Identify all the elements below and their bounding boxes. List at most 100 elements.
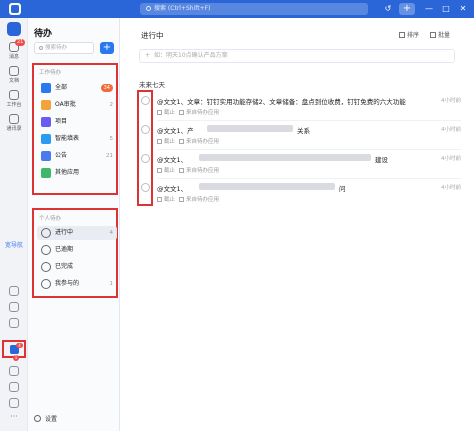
task-source: 来自待办应用 — [186, 168, 220, 174]
home-icon[interactable] — [9, 302, 19, 312]
phone-icon[interactable] — [9, 286, 19, 296]
task-checkbox[interactable] — [141, 183, 150, 192]
todo-search-input[interactable]: 搜索待办 — [34, 42, 94, 54]
task-title: @文文1、 — [157, 156, 188, 164]
batch-label: 批量 — [438, 32, 451, 39]
menu-item-label: 智能填表 — [55, 135, 80, 142]
maximize-button[interactable]: □ — [441, 3, 451, 15]
task-item[interactable]: @文文1、 建设 截止 来自待办应用 4小时前 — [141, 151, 461, 179]
count-text: 5 — [109, 136, 114, 142]
divider — [157, 149, 461, 150]
task-meta: 截止 来自待办应用 — [157, 166, 219, 174]
menu-item-overdue[interactable]: 已逾期 — [37, 243, 117, 257]
batch-button[interactable]: 批量 — [430, 30, 450, 39]
close-button[interactable]: ✕ — [458, 3, 468, 15]
task-item[interactable]: @文文1、 问 截止 来自待办应用 4小时前 — [141, 180, 461, 208]
menu-item-smart-form[interactable]: 智能填表 5 — [37, 132, 117, 146]
task-source: 来自待办应用 — [186, 197, 220, 203]
redacted-text — [199, 154, 371, 161]
count-text: 21 — [106, 153, 113, 159]
document-icon[interactable] — [9, 398, 19, 408]
rail-item-docs[interactable]: 文档 — [0, 66, 28, 84]
announcement-icon — [41, 151, 51, 161]
menu-item-label: 进行中 — [55, 229, 74, 236]
add-todo-button[interactable]: + — [100, 42, 114, 54]
main-title: 进行中 — [141, 31, 164, 40]
calendar-icon[interactable] — [9, 318, 19, 328]
task-item[interactable]: @文文1、产 关系 截止 来自待办应用 4小时前 — [141, 122, 461, 150]
task-checkbox[interactable] — [141, 96, 150, 105]
title-bar: 搜索 (Ctrl+Shift+F) ↺ + — □ ✕ — [0, 0, 474, 18]
calendar-icon — [157, 197, 162, 202]
rail-item-label: 工作台 — [6, 102, 22, 108]
project-icon — [41, 117, 51, 127]
user-icon — [41, 245, 51, 255]
calendar-icon — [157, 139, 162, 144]
menu-item-oa-approval[interactable]: OA审批 2 — [37, 98, 117, 112]
messages-badge: 21 — [15, 39, 26, 46]
menu-item-completed[interactable]: 已完成 — [37, 260, 117, 274]
calendar-icon — [157, 110, 162, 115]
rail-item-contacts[interactable]: 通讯录 — [0, 114, 28, 132]
titlebar-add-button[interactable]: + — [399, 3, 415, 15]
divider — [157, 178, 461, 179]
sort-icon — [399, 32, 405, 38]
todo-search-placeholder: 搜索待办 — [45, 45, 68, 51]
redacted-text — [207, 125, 293, 132]
count-text: 2 — [109, 102, 114, 108]
history-icon[interactable]: ↺ — [383, 3, 393, 15]
task-item[interactable]: @文文1、文章：钉钉实用功能存储2、文章储备：盘点到位收费，钉钉免费的六大功能 … — [141, 93, 461, 121]
menu-item-label: 项目 — [55, 118, 68, 125]
apps-icon — [41, 168, 51, 178]
task-meta: 截止 来自待办应用 — [157, 108, 219, 116]
left-rail: 消息 21 文档 工作台 通讯录 宽导航 4 1 ··· — [0, 18, 28, 431]
sort-label: 排序 — [407, 32, 420, 39]
menu-item-label: 其他应用 — [55, 169, 80, 176]
global-search-input[interactable]: 搜索 (Ctrl+Shift+F) — [140, 3, 368, 15]
all-icon — [41, 83, 51, 93]
task-time: 4小时前 — [441, 127, 461, 133]
rail-item-messages[interactable]: 消息 21 — [0, 39, 28, 60]
menu-item-other-apps[interactable]: 其他应用 — [37, 166, 117, 180]
minimize-button[interactable]: — — [424, 3, 434, 15]
menu-item-announcement[interactable]: 公告 21 — [37, 149, 117, 163]
divider — [157, 120, 461, 121]
menu-item-label: 我参与的 — [55, 280, 80, 287]
task-meta: 截止 来自待办应用 — [157, 195, 219, 203]
app-icon — [179, 168, 185, 173]
global-search-placeholder: 搜索 (Ctrl+Shift+F) — [154, 5, 211, 12]
settings-icon[interactable] — [9, 366, 19, 376]
form-icon — [41, 134, 51, 144]
work-todo-highlight: 工作待办 全部 34 OA审批 2 项目 智能填表 5 公告 21 其他应用 — [32, 63, 118, 195]
menu-item-label: 已完成 — [55, 263, 74, 270]
wide-nav-toggle[interactable]: 宽导航 — [4, 242, 24, 249]
quick-add-input[interactable]: 如：明天10点确认产品方案 — [139, 49, 455, 63]
task-checkbox[interactable] — [141, 154, 150, 163]
rail-item-workbench[interactable]: 工作台 — [0, 90, 28, 108]
settings-label: 设置 — [45, 416, 58, 423]
count-text: 4 — [109, 230, 114, 236]
menu-item-project[interactable]: 项目 — [37, 115, 117, 129]
task-title: @文文1、文章：钉钉实用功能存储2、文章储备：盘点到位收费，钉钉免费的六大功能 — [157, 98, 406, 106]
menu-item-label: 全部 — [55, 84, 68, 91]
work-section-label: 工作待办 — [39, 70, 62, 76]
contacts-icon — [9, 114, 19, 124]
search-icon — [146, 6, 151, 11]
clock-icon — [41, 228, 51, 238]
task-title: @文文1、 — [157, 185, 188, 193]
avatar[interactable] — [7, 22, 21, 36]
task-checkbox[interactable] — [141, 125, 150, 134]
app-icon — [179, 197, 185, 202]
user-check-icon — [41, 262, 51, 272]
sort-button[interactable]: 排序 — [399, 30, 419, 39]
main-content: 进行中 排序 批量 如：明天10点确认产品方案 未来七天 @文文1、文章：钉钉实… — [121, 18, 474, 431]
rail-red-dot-badge: 1 — [13, 355, 19, 361]
personal-section-label: 个人待办 — [39, 216, 62, 222]
settings-button[interactable]: 设置 — [34, 414, 57, 423]
menu-item-all[interactable]: 全部 34 — [37, 81, 117, 95]
more-icon[interactable]: ··· — [9, 413, 19, 424]
task-deadline: 截止 — [164, 110, 176, 116]
mail-icon[interactable] — [9, 382, 19, 392]
menu-item-participated[interactable]: 我参与的 1 — [37, 277, 117, 291]
menu-item-in-progress[interactable]: 进行中 4 — [37, 226, 117, 240]
